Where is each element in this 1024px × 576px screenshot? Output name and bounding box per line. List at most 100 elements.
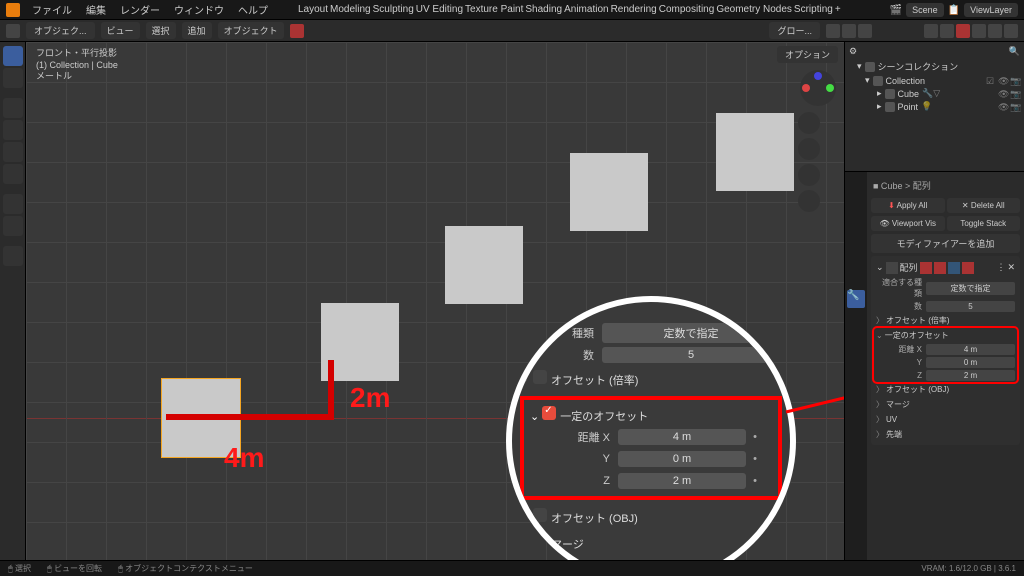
menu-edit[interactable]: 編集: [80, 0, 112, 20]
outliner-filter-icon[interactable]: ⚙: [849, 46, 857, 57]
nav-pan[interactable]: [798, 138, 820, 160]
mod-edit-icon[interactable]: [934, 262, 946, 274]
workspace-modeling[interactable]: Modeling: [330, 4, 371, 15]
overlay-icon[interactable]: [924, 24, 938, 38]
tool-addcube[interactable]: [3, 246, 23, 266]
const-y-val[interactable]: 0 m: [926, 357, 1015, 368]
prop-render[interactable]: [847, 176, 865, 194]
sec-obj[interactable]: 〉オフセット (OBJ): [874, 382, 1017, 397]
xray-icon[interactable]: [940, 24, 954, 38]
workspace-layout[interactable]: Layout: [298, 4, 328, 15]
mod-realtime-icon[interactable]: [920, 262, 932, 274]
prop-world[interactable]: [847, 252, 865, 270]
outliner-search-icon[interactable]: 🔍: [1009, 46, 1020, 57]
mod-extras-icon[interactable]: ⋮: [996, 262, 1005, 273]
viewlayer-field[interactable]: ViewLayer: [964, 3, 1018, 17]
prop-modifier[interactable]: 🔧: [847, 290, 865, 308]
scene-field[interactable]: Scene: [906, 3, 944, 17]
mod-close-icon[interactable]: ✕: [1007, 262, 1015, 273]
modifier-header[interactable]: ⌄ 配列 ⋮ ✕: [874, 259, 1017, 276]
tool-transform[interactable]: [3, 164, 23, 184]
btn-toggle-stack[interactable]: Toggle Stack: [947, 216, 1021, 231]
shading-rendered-icon[interactable]: [1004, 24, 1018, 38]
header-view[interactable]: ビュー: [101, 22, 140, 39]
sec-constant[interactable]: ⌄一定のオフセット: [874, 328, 1017, 343]
prop-object[interactable]: [847, 271, 865, 289]
prop-viewlayer[interactable]: [847, 214, 865, 232]
prop-constraints[interactable]: [847, 347, 865, 365]
tool-annotate[interactable]: [3, 194, 23, 214]
workspace-shading[interactable]: Shading: [525, 4, 562, 15]
workspace-anim[interactable]: Animation: [564, 4, 608, 15]
snap-icon[interactable]: [842, 24, 856, 38]
tool-scale[interactable]: [3, 142, 23, 162]
nav-persp[interactable]: [798, 190, 820, 212]
mag-z-val[interactable]: 2 m: [618, 473, 746, 489]
menu-help[interactable]: ヘルプ: [232, 0, 274, 20]
menu-window[interactable]: ウィンドウ: [168, 0, 230, 20]
workspace-script[interactable]: Scripting: [794, 4, 833, 15]
workspace-texpaint[interactable]: Texture Paint: [465, 4, 523, 15]
mag-y-anim[interactable]: •: [746, 453, 764, 465]
mode-dropdown[interactable]: オブジェク...: [26, 22, 95, 39]
workspace-geo[interactable]: Geometry Nodes: [716, 4, 792, 15]
btn-apply-all[interactable]: ⬇ Apply All: [871, 198, 945, 213]
header-object[interactable]: オブジェクト: [218, 22, 284, 39]
shading-solid-icon[interactable]: [956, 24, 970, 38]
header-select[interactable]: 選択: [146, 22, 176, 39]
mag-count-val[interactable]: 5: [602, 347, 780, 363]
tool-measure[interactable]: [3, 216, 23, 236]
mod-render-icon[interactable]: [962, 262, 974, 274]
const-x-val[interactable]: 4 m: [926, 344, 1015, 355]
prop-output[interactable]: [847, 195, 865, 213]
viewport-3d[interactable]: 4m 2m フロント・平行投影 (1) Collection | Cube メー…: [26, 42, 844, 560]
viewport-options[interactable]: オプション: [777, 46, 838, 63]
tool-cursor[interactable]: [3, 68, 23, 88]
menu-render[interactable]: レンダー: [114, 0, 166, 20]
prop-material[interactable]: [847, 385, 865, 403]
mag-y-val[interactable]: 0 m: [618, 451, 746, 467]
mag-obj-check[interactable]: [533, 508, 547, 522]
sec-uv[interactable]: 〉UV: [874, 412, 1017, 427]
shading-matprev-icon[interactable]: [988, 24, 1002, 38]
mag-z-anim[interactable]: •: [746, 475, 764, 487]
fit-type-val[interactable]: 定数で指定: [926, 282, 1015, 295]
mag-x-anim[interactable]: •: [746, 431, 764, 443]
tool-rotate[interactable]: [3, 120, 23, 140]
const-z-val[interactable]: 2 m: [926, 370, 1015, 381]
editor-icon[interactable]: [6, 24, 20, 38]
mag-constant-check[interactable]: [542, 406, 556, 420]
prop-particles[interactable]: [847, 309, 865, 327]
workspace-uv[interactable]: UV Editing: [416, 4, 463, 15]
mag-relative-check[interactable]: [533, 370, 547, 384]
add-workspace[interactable]: +: [835, 4, 841, 15]
outliner[interactable]: ⚙🔍 ▾シーンコレクション ▾Collection☑👁📷 ▸Cube🔧▽👁📷 ▸…: [845, 42, 1024, 172]
btn-delete-all[interactable]: ✕ Delete All: [947, 198, 1021, 213]
workspace-render[interactable]: Rendering: [611, 4, 657, 15]
header-add[interactable]: 追加: [182, 22, 212, 39]
propedit-icon[interactable]: [858, 24, 872, 38]
sec-cap[interactable]: 〉先端: [874, 427, 1017, 442]
count-val[interactable]: 5: [926, 301, 1015, 312]
workspace-comp[interactable]: Compositing: [659, 4, 715, 15]
tool-select[interactable]: [3, 46, 23, 66]
mag-x-val[interactable]: 4 m: [618, 429, 746, 445]
prop-data[interactable]: [847, 366, 865, 384]
cube-instance-0[interactable]: [162, 379, 240, 457]
sec-merge[interactable]: 〉マージ: [874, 397, 1017, 412]
nav-camera[interactable]: [798, 164, 820, 186]
mod-cage-icon[interactable]: [948, 262, 960, 274]
sec-relative[interactable]: 〉オフセット (倍率): [874, 313, 1017, 328]
nav-zoom[interactable]: [798, 112, 820, 134]
workspace-sculpting[interactable]: Sculpting: [373, 4, 414, 15]
shading-wire-icon[interactable]: [972, 24, 986, 38]
prop-scene[interactable]: [847, 233, 865, 251]
pivot-icon[interactable]: [826, 24, 840, 38]
add-modifier-dropdown[interactable]: モディファイアーを追加: [871, 234, 1020, 253]
nav-gizmo[interactable]: [798, 68, 838, 108]
prop-physics[interactable]: [847, 328, 865, 346]
prop-texture[interactable]: [847, 404, 865, 422]
btn-viewport-vis[interactable]: 👁 Viewport Vis: [871, 216, 945, 231]
orientation-dropdown[interactable]: グロー...: [769, 22, 820, 39]
menu-file[interactable]: ファイル: [26, 0, 78, 20]
